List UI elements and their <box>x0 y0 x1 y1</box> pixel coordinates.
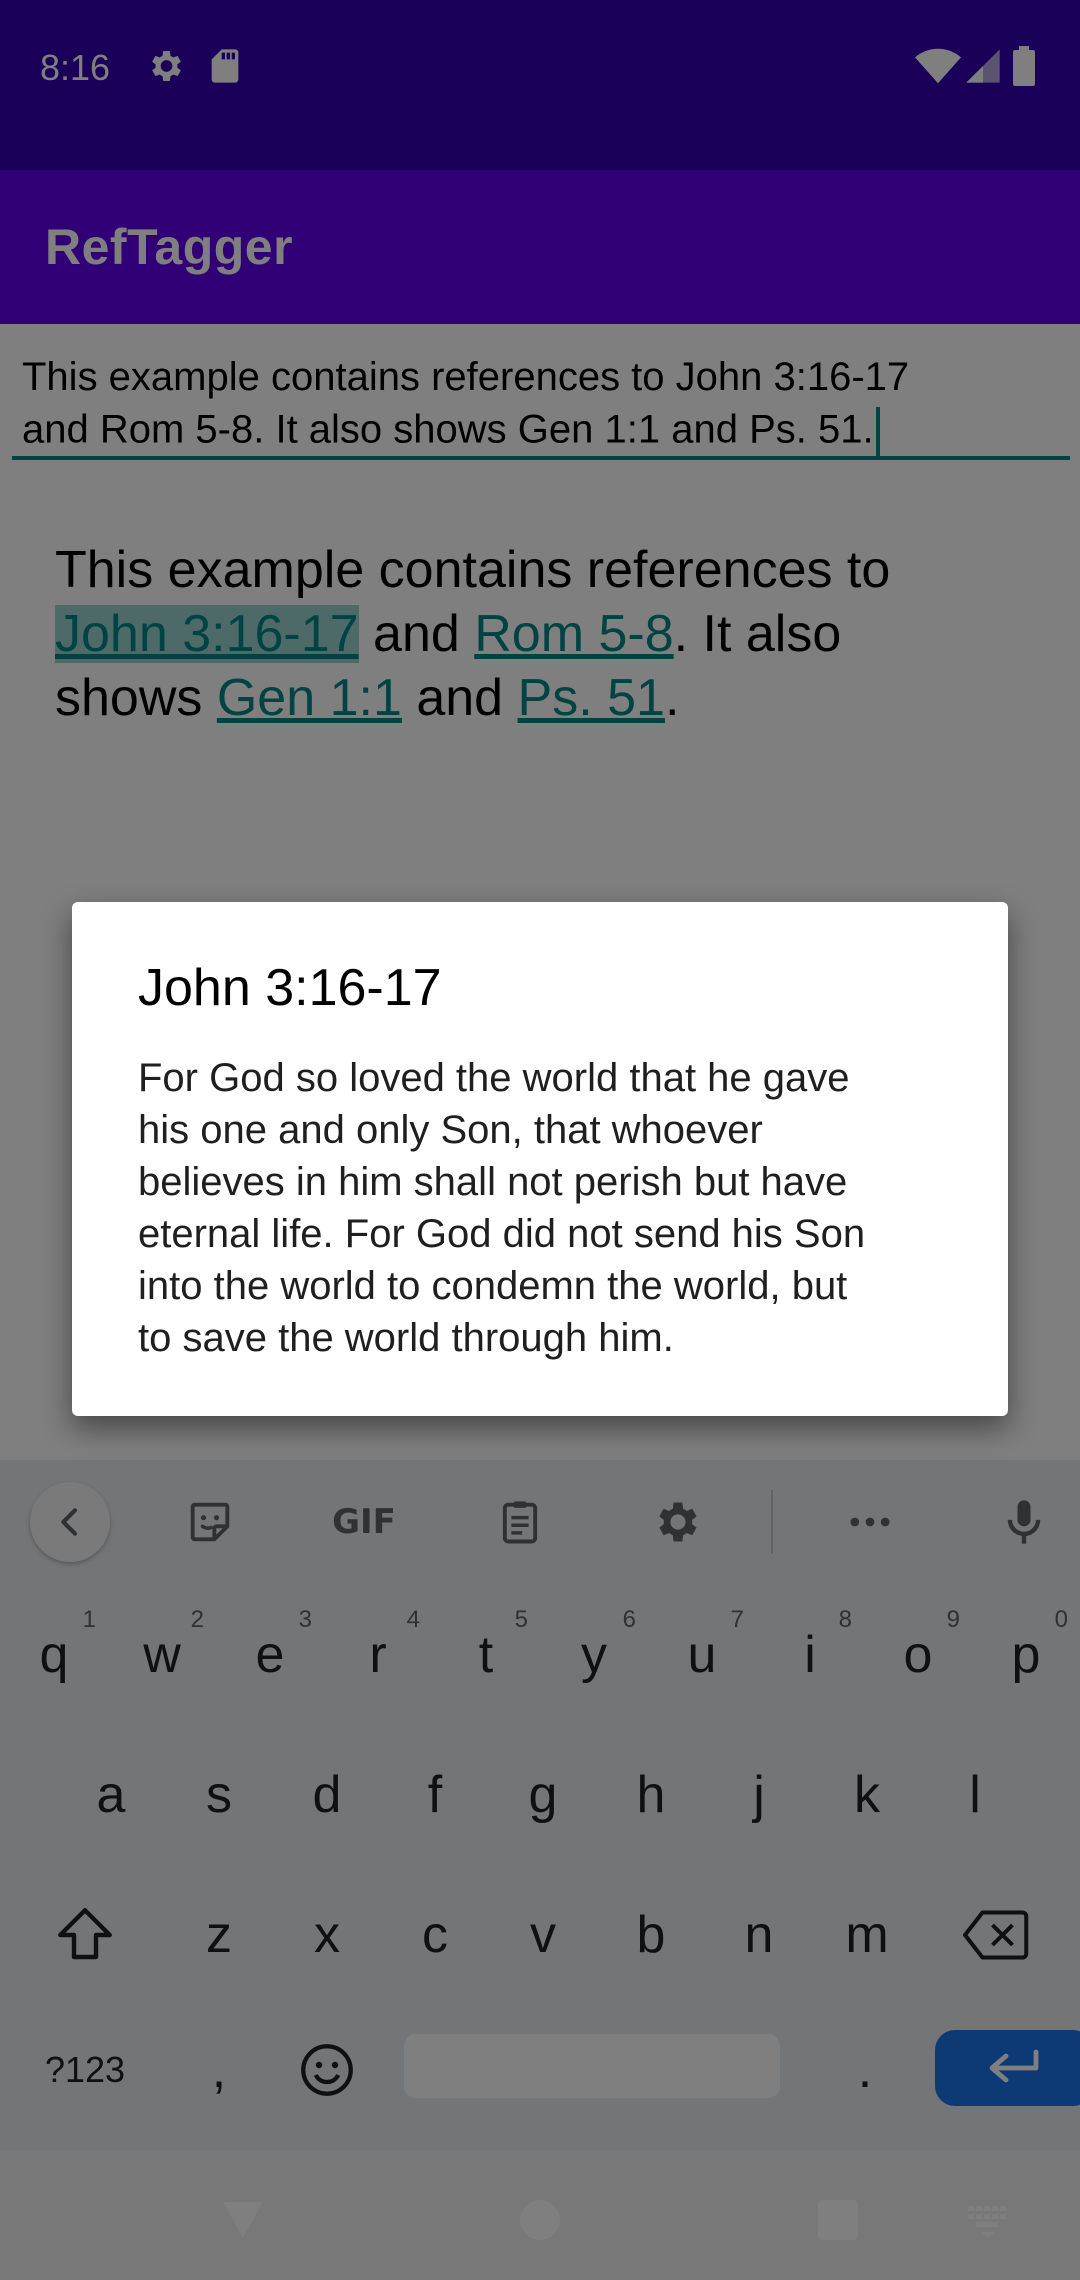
verse-text-line: believes in him shall not perish but hav… <box>138 1160 848 1204</box>
verse-text-line: eternal life. For God did not send his S… <box>138 1212 866 1256</box>
verse-text-line: into the world to condemn the world, but <box>138 1264 848 1308</box>
dialog-title: John 3:16-17 <box>138 959 442 1017</box>
screen: 8:16 RefTagger This example contains ref… <box>0 0 1080 2280</box>
verse-dialog: John 3:16-17 For God so loved the world … <box>72 902 1008 1416</box>
dialog-body: For God so loved the world that he gave … <box>138 1052 958 1364</box>
verse-text-line: his one and only Son, that whoever <box>138 1108 763 1152</box>
verse-text-line: to save the world through him. <box>138 1316 674 1360</box>
verse-text-line: For God so loved the world that he gave <box>138 1056 850 1100</box>
